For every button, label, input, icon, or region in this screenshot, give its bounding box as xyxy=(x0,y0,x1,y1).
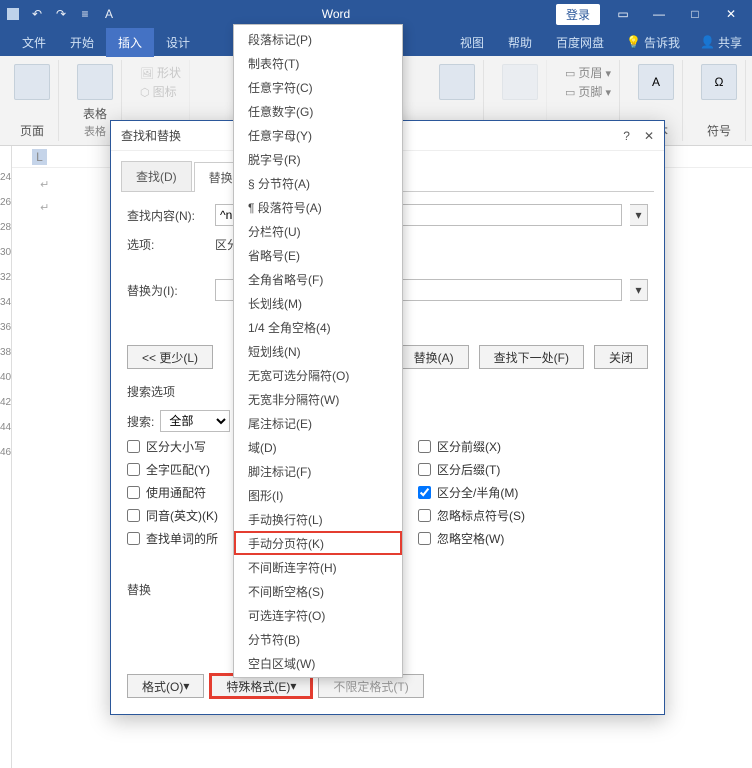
vertical-ruler: 242628303234363840424446 xyxy=(0,146,12,768)
close-button[interactable]: 关闭 xyxy=(594,345,648,369)
checkbox[interactable] xyxy=(418,486,431,499)
menu-item[interactable]: 段落标记(P) xyxy=(234,27,402,51)
maximize-icon[interactable]: □ xyxy=(682,7,708,21)
menu-item[interactable]: 图形(I) xyxy=(234,483,402,507)
group-page[interactable]: 页面 xyxy=(6,60,59,141)
group-symbol[interactable]: Ω符号 xyxy=(693,60,746,141)
menu-item[interactable]: 脱字号(R) xyxy=(234,147,402,171)
menu-item[interactable]: 短划线(N) xyxy=(234,339,402,363)
checkbox-label: 区分后缀(T) xyxy=(437,461,500,478)
checkbox[interactable] xyxy=(418,532,431,545)
checkbox[interactable] xyxy=(127,486,140,499)
label-options: 选项: xyxy=(127,236,207,253)
checkbox-label: 忽略空格(W) xyxy=(437,530,504,547)
menu-item[interactable]: 无宽非分隔符(W) xyxy=(234,387,402,411)
help-icon[interactable]: ? xyxy=(623,129,630,143)
tab-view[interactable]: 视图 xyxy=(448,28,496,57)
checkbox-label: 使用通配符 xyxy=(146,484,206,501)
menu-item[interactable]: 可选连字符(O) xyxy=(234,603,402,627)
checkbox-label: 全字匹配(Y) xyxy=(146,461,210,478)
menu-item[interactable]: 脚注标记(F) xyxy=(234,459,402,483)
menu-item[interactable]: ¶ 段落符号(A) xyxy=(234,195,402,219)
menu-item[interactable]: 分节符(B) xyxy=(234,627,402,651)
menu-item[interactable]: 分栏符(U) xyxy=(234,219,402,243)
menu-item[interactable]: § 分节符(A) xyxy=(234,171,402,195)
menu-item[interactable]: 制表符(T) xyxy=(234,51,402,75)
menu-item[interactable]: 省略号(E) xyxy=(234,243,402,267)
tab-start[interactable]: 开始 xyxy=(58,28,106,57)
search-direction-select[interactable]: 全部 xyxy=(160,410,230,432)
checkbox[interactable] xyxy=(418,440,431,453)
checkbox-label: 区分前缀(X) xyxy=(437,438,501,455)
menu-item[interactable]: 全角省略号(F) xyxy=(234,267,402,291)
tell-me[interactable]: 💡告诉我 xyxy=(616,28,690,57)
tab-find[interactable]: 查找(D) xyxy=(121,161,192,191)
menu-item[interactable]: 手动换行符(L) xyxy=(234,507,402,531)
checkbox-label: 区分全/半角(M) xyxy=(437,484,518,501)
menu-item[interactable]: 域(D) xyxy=(234,435,402,459)
replace-button[interactable]: 替换(A) xyxy=(399,345,469,369)
replace-dropdown-icon[interactable]: ▾ xyxy=(630,279,648,301)
dialog-title: 查找和替换 xyxy=(121,127,181,144)
checkbox-label: 区分大小写 xyxy=(146,438,206,455)
label-replace: 替换为(I): xyxy=(127,282,207,299)
qat-icon[interactable]: ≡ xyxy=(78,7,92,21)
less-button[interactable]: << 更少(L) xyxy=(127,345,213,369)
undo-icon[interactable]: ↶ xyxy=(30,7,44,21)
checkbox-label: 忽略标点符号(S) xyxy=(437,507,525,524)
app-title: Word xyxy=(116,7,556,21)
menu-item[interactable]: 无宽可选分隔符(O) xyxy=(234,363,402,387)
menu-item[interactable]: 长划线(M) xyxy=(234,291,402,315)
minimize-icon[interactable]: — xyxy=(646,7,672,21)
close-icon[interactable]: ✕ xyxy=(718,7,744,21)
menu-item[interactable]: 手动分页符(K) xyxy=(234,531,402,555)
menu-item[interactable]: 尾注标记(E) xyxy=(234,411,402,435)
checkbox-label: 同音(英文)(K) xyxy=(146,507,218,524)
checkbox[interactable] xyxy=(418,463,431,476)
find-dropdown-icon[interactable]: ▾ xyxy=(630,204,648,226)
save-icon[interactable] xyxy=(6,7,20,21)
checkbox[interactable] xyxy=(127,463,140,476)
menu-item[interactable]: 任意字母(Y) xyxy=(234,123,402,147)
qat-icon[interactable]: A xyxy=(102,7,116,21)
menu-item[interactable]: 不间断空格(S) xyxy=(234,579,402,603)
menu-item[interactable]: 1/4 全角空格(4) xyxy=(234,315,402,339)
checkbox[interactable] xyxy=(127,440,140,453)
login-button[interactable]: 登录 xyxy=(556,4,600,25)
checkbox[interactable] xyxy=(127,509,140,522)
dialog-close-icon[interactable]: ✕ xyxy=(644,129,654,143)
label-find: 查找内容(N): xyxy=(127,207,207,224)
tab-help[interactable]: 帮助 xyxy=(496,28,544,57)
tab-baidu[interactable]: 百度网盘 xyxy=(544,28,616,57)
tab-design[interactable]: 设计 xyxy=(154,28,202,57)
menu-item[interactable]: 空白区域(W) xyxy=(234,651,402,675)
checkbox[interactable] xyxy=(418,509,431,522)
menu-item[interactable]: 任意字符(C) xyxy=(234,75,402,99)
checkbox-label: 查找单词的所 xyxy=(146,530,218,547)
find-next-button[interactable]: 查找下一处(F) xyxy=(479,345,584,369)
menu-item[interactable]: 不间断连字符(H) xyxy=(234,555,402,579)
format-button[interactable]: 格式(O) ▾ xyxy=(127,674,204,698)
menu-item[interactable]: 任意数字(G) xyxy=(234,99,402,123)
share-button[interactable]: 👤共享 xyxy=(690,28,752,57)
redo-icon[interactable]: ↷ xyxy=(54,7,68,21)
tab-file[interactable]: 文件 xyxy=(10,28,58,57)
tab-insert[interactable]: 插入 xyxy=(106,28,154,57)
window-options-icon[interactable]: ▭ xyxy=(610,7,636,21)
special-format-menu: 段落标记(P)制表符(T)任意字符(C)任意数字(G)任意字母(Y)脱字号(R)… xyxy=(233,24,403,678)
search-direction-label: 搜索: xyxy=(127,413,154,430)
checkbox[interactable] xyxy=(127,532,140,545)
